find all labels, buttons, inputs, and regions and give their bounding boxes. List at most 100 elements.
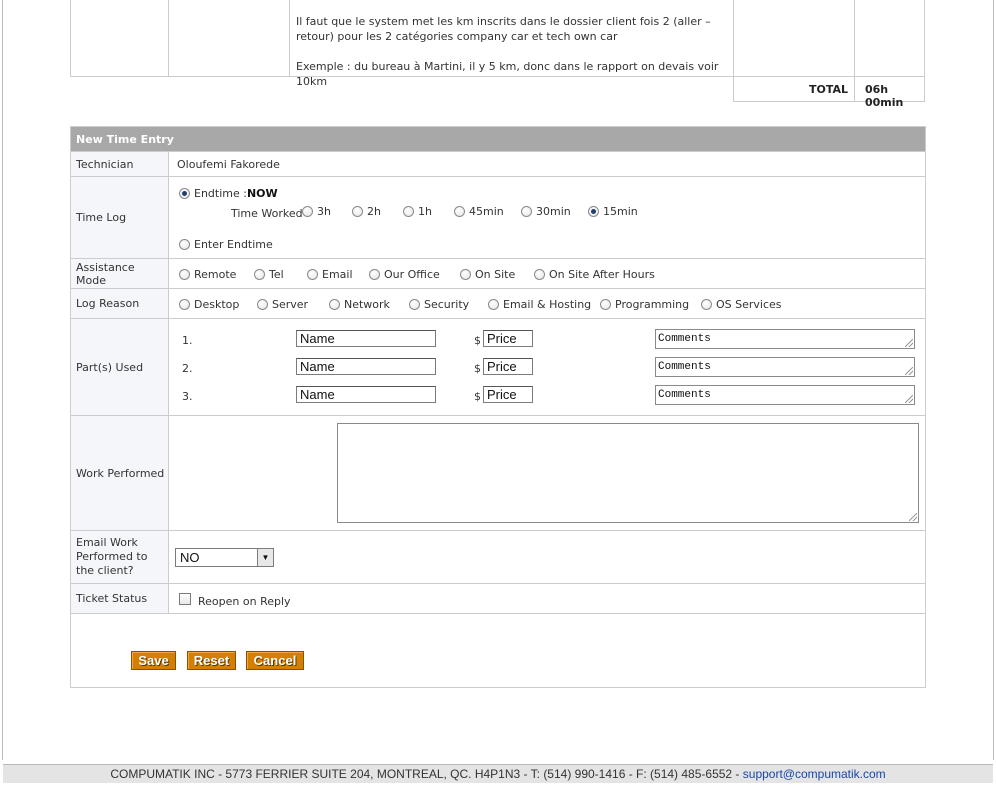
reopen-on-reply-checkbox[interactable]: [179, 593, 191, 605]
time-log-label: Time Log: [71, 177, 169, 258]
resize-grip-icon[interactable]: [909, 513, 917, 521]
radio-label: 15min: [603, 205, 638, 218]
radio-label: 30min: [536, 205, 571, 218]
part-comments-textarea[interactable]: Comments: [655, 329, 915, 349]
radio-dot[interactable]: [403, 206, 414, 217]
page-footer: COMPUMATIK INC - 5773 FERRIER SUITE 204,…: [3, 764, 993, 783]
time-worked-15min-radio[interactable]: 15min: [588, 205, 638, 218]
new-time-entry-form: New Time Entry Technician Oloufemi Fakor…: [70, 126, 926, 688]
radio-dot[interactable]: [257, 299, 268, 310]
time-worked-30min-radio[interactable]: 30min: [521, 205, 571, 218]
chevron-down-icon[interactable]: ▼: [257, 549, 273, 566]
assistance-email-radio[interactable]: Email: [307, 268, 353, 281]
cancel-button[interactable]: Cancel: [246, 651, 304, 670]
radio-dot[interactable]: [307, 269, 318, 280]
assistance-our-office-radio[interactable]: Our Office: [369, 268, 440, 281]
radio-dot[interactable]: [369, 269, 380, 280]
radio-dot[interactable]: [179, 299, 190, 310]
part-price-input[interactable]: Price: [483, 330, 533, 347]
radio-dot[interactable]: [409, 299, 420, 310]
reason-email-hosting-radio[interactable]: Email & Hosting: [488, 298, 591, 311]
time-worked-3h-radio[interactable]: 3h: [302, 205, 331, 218]
time-log-row: Time Log Endtime : NOW Time Worked 3h 2h…: [71, 176, 925, 258]
reason-desktop-radio[interactable]: Desktop: [179, 298, 239, 311]
radio-dot[interactable]: [179, 239, 190, 250]
part-comments-textarea[interactable]: Comments: [655, 357, 915, 377]
radio-label: OS Services: [716, 298, 782, 311]
currency-symbol: $: [474, 390, 481, 403]
save-button[interactable]: Save: [131, 651, 176, 670]
assistance-remote-radio[interactable]: Remote: [179, 268, 236, 281]
radio-dot[interactable]: [534, 269, 545, 280]
resize-grip-icon[interactable]: [905, 395, 913, 403]
reset-button[interactable]: Reset: [187, 651, 236, 670]
ticket-note: Il faut que le system met les km inscrit…: [296, 14, 726, 89]
time-worked-45min-radio[interactable]: 45min: [454, 205, 504, 218]
reason-os-services-radio[interactable]: OS Services: [701, 298, 782, 311]
email-client-selected: NO: [180, 550, 200, 565]
total-value: 06h 00min: [865, 83, 904, 109]
part-comments-textarea[interactable]: Comments: [655, 385, 915, 405]
radio-label: Email & Hosting: [503, 298, 592, 311]
radio-dot[interactable]: [352, 206, 363, 217]
resize-grip-icon[interactable]: [905, 339, 913, 347]
endtime-now-radio[interactable]: Endtime : NOW: [179, 187, 278, 200]
part-number: 3.: [182, 390, 193, 403]
radio-label: Desktop: [194, 298, 240, 311]
reason-programming-radio[interactable]: Programming: [600, 298, 689, 311]
radio-label: Email: [322, 268, 353, 281]
radio-label: Programming: [615, 298, 690, 311]
reason-security-radio[interactable]: Security: [409, 298, 469, 311]
radio-dot[interactable]: [460, 269, 471, 280]
part-price-input[interactable]: Price: [483, 386, 533, 403]
reason-network-radio[interactable]: Network: [329, 298, 390, 311]
assistance-on-site-radio[interactable]: On Site: [460, 268, 515, 281]
column-divider: [733, 0, 734, 76]
radio-label: Server: [272, 298, 309, 311]
time-worked-1h-radio[interactable]: 1h: [403, 205, 432, 218]
email-client-label: Email Work Performed to the client?: [71, 531, 169, 583]
total-label: TOTAL: [808, 83, 848, 96]
part-comments-text: Comments: [658, 333, 711, 345]
time-worked-2h-radio[interactable]: 2h: [352, 205, 381, 218]
radio-label: 2h: [367, 205, 381, 218]
ticket-status-label: Ticket Status: [71, 584, 169, 613]
resize-grip-icon[interactable]: [905, 367, 913, 375]
radio-dot[interactable]: [588, 206, 599, 217]
part-price-input[interactable]: Price: [483, 358, 533, 375]
radio-dot[interactable]: [521, 206, 532, 217]
part-name-input[interactable]: Name: [296, 386, 436, 403]
email-client-select[interactable]: NO ▼: [175, 548, 274, 567]
part-name-input[interactable]: Name: [296, 330, 436, 347]
work-performed-label: Work Performed: [71, 416, 169, 530]
footer-address: COMPUMATIK INC - 5773 FERRIER SUITE 204,…: [110, 767, 743, 781]
radio-dot[interactable]: [454, 206, 465, 217]
radio-label: 1h: [418, 205, 432, 218]
radio-dot[interactable]: [488, 299, 499, 310]
radio-dot[interactable]: [600, 299, 611, 310]
reason-server-radio[interactable]: Server: [257, 298, 308, 311]
part-name-input[interactable]: Name: [296, 358, 436, 375]
radio-dot[interactable]: [701, 299, 712, 310]
total-divider: [854, 77, 855, 101]
enter-endtime-radio[interactable]: Enter Endtime: [179, 238, 273, 251]
radio-label: 3h: [317, 205, 331, 218]
radio-dot[interactable]: [179, 269, 190, 280]
radio-dot[interactable]: [329, 299, 340, 310]
ticket-status-row: Ticket Status Reopen on Reply: [71, 583, 925, 613]
email-client-row: Email Work Performed to the client? NO ▼: [71, 530, 925, 583]
total-row: TOTAL 06h 00min: [733, 77, 925, 109]
radio-dot[interactable]: [302, 206, 313, 217]
work-performed-textarea[interactable]: [337, 423, 919, 523]
assistance-mode-label: Assistance Mode: [71, 259, 169, 288]
radio-dot[interactable]: [254, 269, 265, 280]
radio-dot[interactable]: [179, 188, 190, 199]
assistance-on-site-after-hours-radio[interactable]: On Site After Hours: [534, 268, 655, 281]
support-email-link[interactable]: support@compumatik.com: [743, 767, 886, 781]
radio-label: Security: [424, 298, 470, 311]
technician-row: Technician Oloufemi Fakorede: [71, 151, 925, 176]
radio-label: 45min: [469, 205, 504, 218]
assistance-tel-radio[interactable]: Tel: [254, 268, 284, 281]
page-border-right: [993, 0, 994, 760]
currency-symbol: $: [474, 334, 481, 347]
